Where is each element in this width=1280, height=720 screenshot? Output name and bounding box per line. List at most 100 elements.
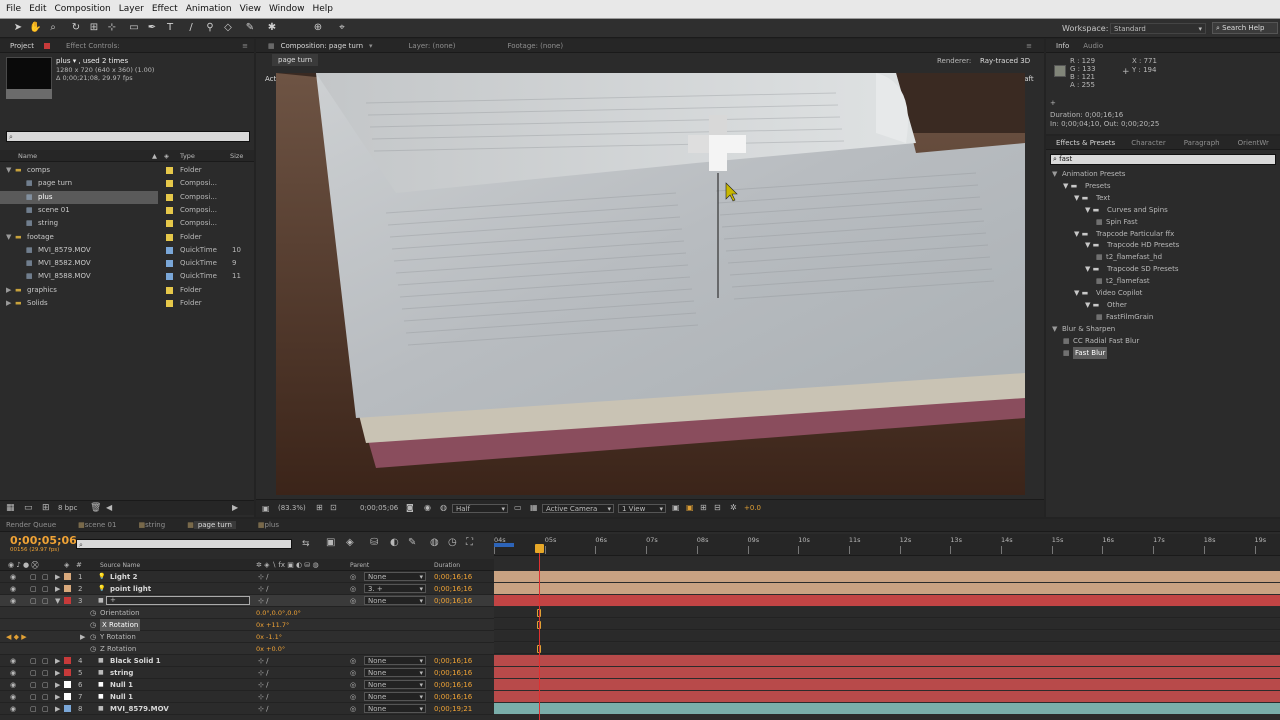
fx-tree-item[interactable]: ▼ ▬ Other bbox=[1046, 299, 1280, 311]
fx-tree-item[interactable]: ▼ ▬ Video Copilot bbox=[1046, 287, 1280, 299]
new-folder-icon[interactable]: ▭ bbox=[24, 503, 33, 513]
tab-effects-presets[interactable]: Effects & Presets bbox=[1056, 139, 1115, 147]
layer-name-edit[interactable]: + bbox=[106, 596, 250, 605]
project-item[interactable]: ▦ string Composi... bbox=[0, 217, 254, 230]
fx-tree-item[interactable]: ▦ FastFilmGrain bbox=[1046, 311, 1280, 323]
col-size[interactable]: Size bbox=[230, 152, 243, 160]
current-time-display[interactable]: 0;00;05;06 bbox=[360, 504, 398, 512]
pan-behind-tool-icon[interactable]: ⊹ bbox=[106, 22, 118, 34]
tab-project[interactable]: Project bbox=[10, 42, 34, 50]
property-value[interactable]: 0x +11.7° bbox=[256, 619, 289, 631]
layer-switches-icon[interactable]: ⊹ ∕ bbox=[258, 679, 268, 691]
graph-editor-icon[interactable]: ◍ bbox=[430, 537, 439, 548]
parent-pickwhip-icon[interactable]: ◎ bbox=[350, 679, 356, 691]
draft-3d-icon[interactable]: ▣ bbox=[326, 537, 335, 548]
resolution-dropdown[interactable]: Half ▾ bbox=[452, 504, 508, 513]
frame-blending-icon[interactable]: ⛁ bbox=[370, 537, 378, 548]
project-item[interactable]: ▶ ▬ graphics Folder bbox=[0, 284, 254, 297]
collapsed-icon[interactable]: ▶ bbox=[55, 703, 60, 715]
exposure-icon[interactable]: ✲ bbox=[730, 503, 737, 512]
parent-dropdown[interactable]: None ▾ bbox=[364, 656, 426, 665]
color-icon[interactable]: ◍ bbox=[440, 503, 447, 512]
label-swatch[interactable] bbox=[64, 669, 71, 676]
parent-dropdown[interactable]: None ▾ bbox=[364, 680, 426, 689]
camera-tool-icon[interactable]: ⊞ bbox=[88, 22, 100, 34]
stopwatch-icon[interactable]: ◷ bbox=[90, 643, 96, 655]
parent-pickwhip-icon[interactable]: ◎ bbox=[350, 667, 356, 679]
parent-pickwhip-icon[interactable]: ◎ bbox=[350, 691, 356, 703]
fx-tree-item[interactable]: ▦ CC Radial Fast Blur bbox=[1046, 335, 1280, 347]
layer-duration[interactable]: 0;00;16;16 bbox=[434, 655, 472, 667]
project-item[interactable]: ▦ scene 01 Composi... bbox=[0, 204, 254, 217]
comp-subtab[interactable]: page turn bbox=[272, 54, 319, 66]
label-swatch[interactable] bbox=[64, 585, 71, 592]
solo-icon[interactable]: ▢ bbox=[42, 667, 49, 679]
lock-icon[interactable]: ▢ bbox=[30, 571, 37, 583]
eye-icon[interactable]: ◉ bbox=[10, 679, 16, 691]
property-row[interactable]: ◷ ◀ ◆ ▶ ▶ Y Rotation 0x -1.1° bbox=[0, 631, 494, 643]
layer-switches-icon[interactable]: ⊹ ∕ bbox=[258, 691, 268, 703]
tab-layer[interactable]: Layer: (none) bbox=[409, 42, 456, 50]
label-swatch[interactable] bbox=[166, 220, 173, 228]
eye-icon[interactable]: ◉ bbox=[10, 703, 16, 715]
auto-keyframe-icon[interactable]: ◷ bbox=[448, 537, 457, 548]
project-search-input[interactable]: ⌕ bbox=[6, 131, 250, 142]
expanded-icon[interactable]: ▼ bbox=[6, 231, 11, 244]
mask-visibility-icon[interactable]: ⊡ bbox=[330, 503, 337, 512]
solo-icon[interactable]: ▢ bbox=[42, 655, 49, 667]
composition-canvas[interactable] bbox=[276, 73, 1025, 495]
timeline-search-input[interactable]: ⌕ bbox=[76, 539, 292, 549]
fx-tree-item[interactable]: ▼ Blur & Sharpen bbox=[1046, 323, 1280, 335]
layer-row[interactable]: ◉ ▢ ▢ ▶ 5 ■ string ⊹ ∕ ◎ None ▾ 0;00;16;16 bbox=[0, 667, 494, 679]
layer-duration[interactable]: 0;00;16;16 bbox=[434, 571, 472, 583]
col-duration[interactable]: Duration bbox=[434, 562, 460, 569]
property-row[interactable]: ◷ Z Rotation 0x +0.0° bbox=[0, 643, 494, 655]
tab-character[interactable]: Character bbox=[1131, 139, 1166, 147]
workspace-dropdown[interactable]: Standard ▾ bbox=[1110, 23, 1206, 34]
layer-duration[interactable]: 0;00;19;21 bbox=[434, 703, 472, 715]
tab-footage[interactable]: Footage: (none) bbox=[507, 42, 563, 50]
property-value[interactable]: 0x +0.0° bbox=[256, 643, 285, 655]
menu-composition[interactable]: Composition bbox=[55, 4, 111, 14]
zoom-dropdown[interactable]: (83.3%) bbox=[278, 504, 306, 512]
label-swatch[interactable] bbox=[64, 573, 71, 580]
label-swatch[interactable] bbox=[64, 705, 71, 712]
layer-row[interactable]: ◉ ▢ ▢ ▶ 1 💡 Light 2 ⊹ ∕ ◎ None ▾ 0;00;16;16 bbox=[0, 571, 494, 583]
trash-icon[interactable]: 🗑 bbox=[90, 503, 101, 513]
fx-tree-item[interactable]: ▦ Spin Fast bbox=[1046, 216, 1280, 228]
timeline-icon[interactable]: ⊞ bbox=[700, 503, 707, 512]
timeline-tab[interactable]: Render Queue bbox=[6, 521, 56, 529]
layer-duration-bar[interactable] bbox=[494, 691, 1280, 702]
fx-tree-item[interactable]: ▼ ▬ Presets bbox=[1046, 180, 1280, 192]
layer-switches-icon[interactable]: ⊹ ∕ bbox=[258, 571, 268, 583]
col-source-name[interactable]: Source Name bbox=[100, 562, 140, 569]
new-composition-icon[interactable]: ⊞ bbox=[42, 503, 50, 513]
fx-tree-item[interactable]: ▼ ▬ Text bbox=[1046, 192, 1280, 204]
stopwatch-icon[interactable]: ◷ bbox=[90, 607, 96, 619]
lock-icon[interactable]: ▢ bbox=[30, 667, 37, 679]
collapsed-icon[interactable]: ▶ bbox=[80, 631, 85, 643]
layer-duration[interactable]: 0;00;16;16 bbox=[434, 679, 472, 691]
layer-row[interactable]: ◉ ▢ ▢ ▶ 6 ■ Null 1 ⊹ ∕ ◎ None ▾ 0;00;16;16 bbox=[0, 679, 494, 691]
eye-icon[interactable]: ◉ bbox=[10, 667, 16, 679]
parent-pickwhip-icon[interactable]: ◎ bbox=[350, 703, 356, 715]
channel-icon[interactable]: ◉ bbox=[424, 503, 431, 512]
parent-pickwhip-icon[interactable]: ◎ bbox=[350, 655, 356, 667]
layer-duration[interactable]: 0;00;16;16 bbox=[434, 583, 472, 595]
collapsed-icon[interactable]: ▶ bbox=[55, 655, 60, 667]
layer-switches-icon[interactable]: ⊹ ∕ bbox=[258, 655, 268, 667]
layer-duration-bar[interactable] bbox=[494, 679, 1280, 690]
collapsed-icon[interactable]: ▶ bbox=[55, 571, 60, 583]
property-value[interactable]: 0.0°,0.0°,0.0° bbox=[256, 607, 301, 619]
parent-dropdown[interactable]: None ▾ bbox=[364, 692, 426, 701]
expanded-icon[interactable]: ▼ bbox=[6, 164, 11, 177]
tab-composition[interactable]: Composition: page turn bbox=[281, 42, 363, 50]
fx-tree-item[interactable]: ▼ ▬ Trapcode SD Presets bbox=[1046, 263, 1280, 275]
playhead-handle[interactable] bbox=[535, 544, 544, 553]
tab-audio[interactable]: Audio bbox=[1083, 42, 1103, 50]
current-timecode[interactable]: 0;00;05;06 bbox=[10, 534, 77, 547]
label-swatch[interactable] bbox=[64, 681, 71, 688]
views-dropdown[interactable]: 1 View ▾ bbox=[618, 504, 666, 513]
parent-pickwhip-icon[interactable]: ◎ bbox=[350, 583, 356, 595]
collapsed-icon[interactable]: ▶ bbox=[55, 691, 60, 703]
